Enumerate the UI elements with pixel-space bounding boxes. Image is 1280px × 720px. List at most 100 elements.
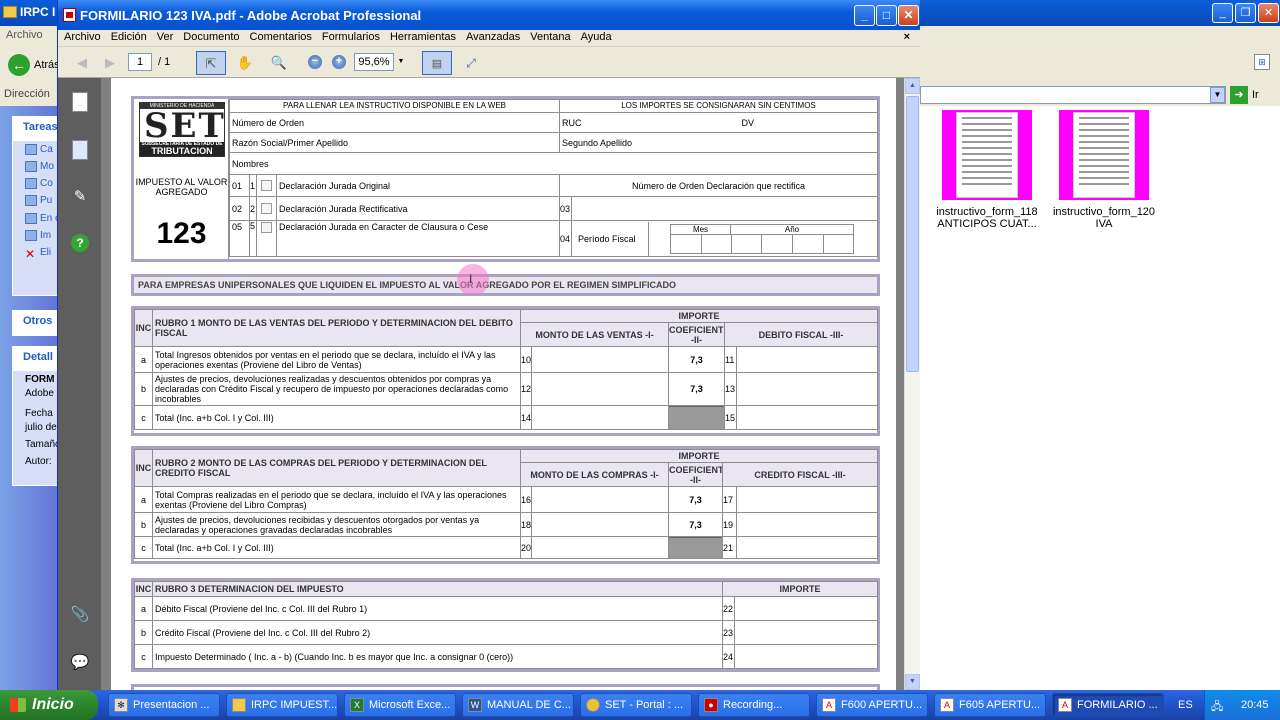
dv-label: DV [741, 117, 755, 128]
select-tool-icon[interactable]: ⇱ [196, 51, 226, 75]
decl-checkbox-original[interactable] [256, 174, 277, 197]
pages-icon[interactable] [72, 92, 88, 112]
attachments-paperclip-icon[interactable]: 📎 [70, 604, 90, 626]
vertical-scrollbar[interactable]: ▲ ▼ [904, 78, 920, 690]
taskbar-item[interactable]: ✻ Presentacion ... [108, 693, 220, 717]
explorer-close-button[interactable]: ✕ [1258, 3, 1279, 23]
amount-input[interactable] [531, 405, 669, 430]
maximize-button[interactable]: □ [876, 5, 897, 26]
back-label[interactable]: Atrás [34, 59, 60, 71]
taskbar-item[interactable]: SET - Portal : ... [580, 693, 692, 717]
amount-input[interactable] [736, 372, 878, 406]
task-item[interactable]: Mo [13, 158, 59, 175]
help-icon[interactable]: ? [71, 234, 89, 252]
amount-input[interactable] [733, 596, 879, 621]
document-close-icon[interactable]: × [900, 30, 914, 44]
taskbar-item[interactable]: X Microsoft Exce... [344, 693, 456, 717]
menu-edicion[interactable]: Edición [107, 30, 151, 44]
menu-archivo[interactable]: Archivo [60, 30, 105, 44]
fit-page-icon[interactable]: ▤ [422, 51, 452, 75]
taskbar-item[interactable]: A F600 APERTU... [816, 693, 928, 717]
tasks-header[interactable]: Tareas [13, 117, 59, 141]
hand-tool-icon[interactable]: ✋ [232, 51, 258, 75]
task-item[interactable]: Pu [13, 192, 59, 209]
fit-width-icon[interactable]: ⤢ [458, 51, 484, 75]
scroll-up-icon[interactable]: ▲ [905, 78, 920, 94]
menu-documento[interactable]: Documento [179, 30, 243, 44]
explorer-maximize-button[interactable]: ❐ [1235, 3, 1256, 23]
zoom-dropdown-icon[interactable]: ▼ [395, 53, 407, 71]
amount-input[interactable] [736, 346, 878, 373]
taskbar-item[interactable]: A F605 APERTU... [934, 693, 1046, 717]
ruc-field[interactable]: RUC DV [559, 112, 878, 133]
next-page-icon[interactable]: ▶ [100, 51, 120, 75]
taskbar-item[interactable]: ● Recording... [698, 693, 810, 717]
taskbar-item[interactable]: W MANUAL DE C... [462, 693, 574, 717]
menu-formularios[interactable]: Formularios [318, 30, 384, 44]
zoom-out-icon[interactable]: − [308, 55, 322, 69]
nombres-field[interactable]: Nombres [229, 152, 878, 175]
amount-input[interactable] [531, 486, 669, 513]
others-header[interactable]: Otros [13, 311, 59, 335]
amount-input[interactable] [736, 536, 878, 559]
logo-set: SET [144, 106, 226, 146]
amount-input[interactable] [733, 644, 879, 669]
back-arrow-icon[interactable]: ← [8, 54, 30, 76]
menu-ventana[interactable]: Ventana [526, 30, 574, 44]
task-item[interactable]: En el [13, 210, 59, 227]
bookmarks-icon[interactable] [72, 140, 88, 160]
address-input[interactable] [920, 86, 1226, 104]
menu-ver[interactable]: Ver [153, 30, 178, 44]
menu-ayuda[interactable]: Ayuda [577, 30, 616, 44]
address-dropdown-icon[interactable]: ▼ [1210, 87, 1225, 103]
go-arrow-icon[interactable]: ➜ [1230, 86, 1248, 104]
amount-input[interactable] [531, 536, 669, 559]
clock[interactable]: 20:45 [1241, 699, 1269, 711]
amount-input[interactable] [736, 486, 878, 513]
menu-herramientas[interactable]: Herramientas [386, 30, 460, 44]
recording-icon: ● [704, 698, 718, 712]
amount-input[interactable] [531, 346, 669, 373]
comments-icon[interactable]: 💬 [70, 652, 90, 674]
task-item[interactable]: Im [13, 227, 59, 244]
language-indicator[interactable]: ES [1178, 699, 1193, 711]
scroll-down-icon[interactable]: ▼ [905, 674, 920, 690]
amount-input[interactable] [531, 512, 669, 537]
amount-input[interactable] [736, 405, 878, 430]
file-thumbnail[interactable]: instructivo_form_120 IVA [1044, 110, 1164, 230]
zoom-level-input[interactable]: 95,6% [354, 53, 394, 71]
go-label[interactable]: Ir [1252, 89, 1259, 101]
decl-checkbox-clausura[interactable] [256, 220, 277, 257]
amount-input[interactable] [736, 512, 878, 537]
page-number-input[interactable]: 1 [128, 53, 152, 71]
rectifica-order-input[interactable] [571, 196, 878, 221]
task-item[interactable]: Ca [13, 141, 59, 158]
amount-input[interactable] [531, 372, 669, 406]
explorer-minimize-button[interactable]: _ [1212, 3, 1233, 23]
zoom-tool-icon[interactable]: 🔍 [266, 51, 292, 75]
numero-orden-field[interactable]: Número de Orden [229, 112, 560, 133]
minimize-button[interactable]: _ [854, 5, 875, 26]
close-button[interactable]: ✕ [898, 5, 919, 26]
task-item[interactable]: ✕ Eli [13, 244, 59, 261]
periodo-fiscal-input[interactable]: Mes Año [670, 223, 854, 254]
network-icon[interactable]: 🖧 [1211, 698, 1223, 717]
signatures-pen-icon[interactable]: ✎ [70, 186, 90, 208]
segundo-apellido-field[interactable]: Segundo Apellido [559, 132, 878, 153]
razon-social-field[interactable]: Razón Social/Primer Apellido [229, 132, 560, 153]
task-item[interactable]: Co [13, 175, 59, 192]
previous-page-icon[interactable]: ◀ [72, 51, 92, 75]
decl-checkbox-rectificativa[interactable] [256, 196, 277, 221]
amount-input[interactable] [733, 620, 879, 645]
taskbar-item[interactable]: IRPC IMPUEST... [226, 693, 338, 717]
start-button[interactable]: Inicio [0, 690, 98, 720]
taskbar-item-active[interactable]: A FORMILARIO ... [1052, 693, 1164, 717]
menu-comentarios[interactable]: Comentarios [246, 30, 316, 44]
zoom-in-icon[interactable]: + [332, 55, 346, 69]
file-thumbnail[interactable]: instructivo_form_118 ANTICIPOS CUAT... [927, 110, 1047, 230]
menu-avanzadas[interactable]: Avanzadas [462, 30, 524, 44]
scroll-thumb[interactable] [906, 96, 919, 372]
details-header[interactable]: Detall [13, 347, 59, 371]
explorer-menu-archivo[interactable]: Archivo [6, 29, 43, 41]
logo-bottom: SUBSECRETARIA DE ESTADO DE TRIBUTACION [140, 142, 224, 156]
